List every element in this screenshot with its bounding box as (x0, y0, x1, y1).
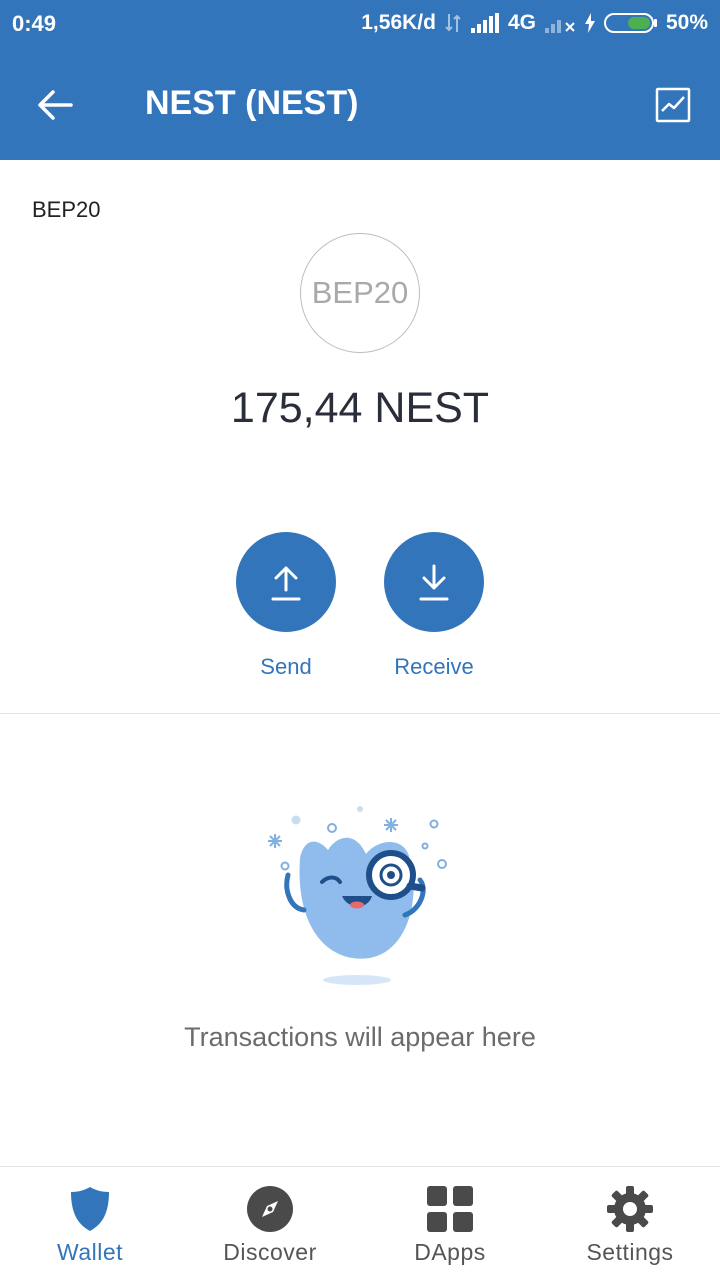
tab-settings[interactable]: Settings (540, 1167, 720, 1280)
tab-label: DApps (414, 1239, 486, 1265)
section-divider (0, 713, 720, 714)
battery-icon (603, 12, 658, 34)
grid-icon (426, 1185, 474, 1233)
receive-label[interactable]: Receive (384, 654, 484, 680)
send-button[interactable] (236, 532, 336, 632)
status-indicators: 1,56K/d 4G 50% (361, 11, 708, 35)
gear-icon (606, 1185, 654, 1233)
charging-icon (584, 13, 596, 33)
tab-label: Discover (223, 1239, 317, 1265)
empty-state-illustration (260, 800, 460, 990)
network-type: 4G (507, 11, 536, 34)
data-transfer-icon (444, 12, 462, 34)
upload-arrow-icon (271, 566, 301, 601)
arrow-left-icon (38, 90, 73, 120)
tab-label: Wallet (56, 1239, 124, 1265)
price-chart-button[interactable] (650, 82, 696, 128)
tab-discover[interactable]: Discover (180, 1167, 360, 1280)
token-balance: 175,44 NEST (230, 384, 490, 432)
send-label[interactable]: Send (236, 654, 336, 680)
network-label: BEP20 (32, 197, 101, 222)
compass-icon (246, 1185, 294, 1233)
back-button[interactable] (30, 80, 80, 130)
tab-label: Settings (586, 1239, 674, 1265)
battery-level: 50% (665, 11, 708, 34)
send-action: Send (236, 532, 336, 680)
tab-dapps[interactable]: DApps (360, 1167, 540, 1280)
bottom-tab-bar: Wallet Discover DApps Settings (0, 1166, 720, 1280)
chart-icon (655, 87, 691, 123)
receive-button[interactable] (384, 532, 484, 632)
status-time: 0:49 (12, 11, 57, 36)
no-signal-icon (544, 13, 576, 33)
page-title: NEST (NEST) (145, 84, 359, 122)
status-bar: 0:49 1,56K/d 4G 50% (0, 0, 720, 50)
shield-icon (66, 1185, 114, 1233)
receive-action: Receive (384, 532, 484, 680)
signal-icon (470, 13, 500, 33)
tab-wallet[interactable]: Wallet (0, 1167, 180, 1280)
empty-transactions-message: Transactions will appear here (184, 1022, 536, 1052)
token-logo: BEP20 (300, 233, 420, 353)
network-speed: 1,56K/d (361, 11, 436, 34)
download-arrow-icon (419, 564, 449, 601)
app-bar: NEST (NEST) (0, 50, 720, 160)
